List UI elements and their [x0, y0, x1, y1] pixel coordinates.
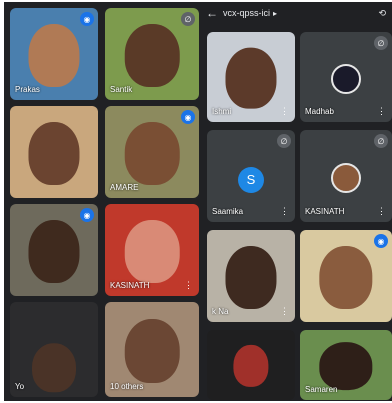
others-count-label: 10 others: [110, 382, 144, 391]
more-options-icon[interactable]: ⋮: [280, 307, 289, 316]
mic-off-icon: ∅: [374, 134, 388, 148]
more-options-icon[interactable]: ⋮: [280, 207, 289, 216]
participant-tile[interactable]: 10 others: [105, 302, 199, 397]
participant-name: Santik: [110, 85, 133, 94]
participant-video: [124, 23, 180, 87]
participant-name: Yo: [15, 382, 25, 391]
participant-video: [28, 23, 80, 87]
participant-name: Madhab: [305, 107, 334, 116]
participant-name: KASINATH: [110, 281, 150, 290]
participant-tile[interactable]: Ishmi ⋮: [207, 32, 295, 122]
chevron-right-icon[interactable]: ▸: [270, 9, 277, 18]
participant-name: Ishmi: [212, 107, 232, 116]
participant-name: Prakas: [15, 85, 40, 94]
participant-avatar: S: [238, 166, 264, 193]
more-options-icon[interactable]: ⋮: [280, 107, 289, 116]
arrow-left-icon[interactable]: ←: [201, 6, 223, 20]
mic-off-icon: ∅: [181, 12, 195, 26]
participant-video: [32, 342, 76, 393]
participant-video: [124, 318, 180, 384]
camera-switch-icon[interactable]: ⟲: [378, 8, 392, 19]
participant-video: [225, 47, 277, 109]
participant-video: [124, 219, 180, 283]
participant-tile[interactable]: [10, 106, 98, 198]
participant-tile[interactable]: ◉ Prakas: [10, 8, 98, 100]
participant-video: [225, 245, 277, 309]
meeting-code[interactable]: vcx-qpss-ici: [223, 8, 270, 18]
speaking-icon: ◉: [181, 110, 195, 124]
participant-tile[interactable]: ◉: [10, 204, 98, 296]
participant-tile[interactable]: KASINATH ⋮: [105, 204, 199, 296]
participant-tile[interactable]: k Na ⋮: [207, 230, 295, 322]
participant-name: KASINATH: [305, 207, 345, 216]
participant-avatar: [331, 163, 361, 194]
participant-tile[interactable]: [207, 330, 295, 400]
participant-tile[interactable]: ∅ KASINATH ⋮: [300, 130, 392, 222]
participant-tile[interactable]: ◉ AMARE: [105, 106, 199, 198]
participant-avatar: [331, 64, 361, 95]
participant-video: [233, 344, 269, 387]
participant-tile[interactable]: ∅ Madhab ⋮: [300, 32, 392, 122]
participant-video: [28, 219, 80, 283]
speaking-icon: ◉: [80, 208, 94, 222]
more-options-icon[interactable]: ⋮: [184, 281, 193, 290]
right-phone-screen: ← vcx-qpss-ici ▸ ⟲ Ishmi ⋮ ∅ Madhab ⋮ S …: [201, 2, 392, 401]
participant-name: k Na: [212, 307, 229, 316]
speaking-icon: ◉: [80, 12, 94, 26]
participant-name: Saamika: [212, 207, 244, 216]
participant-tile[interactable]: Yo: [10, 302, 98, 397]
more-options-icon[interactable]: ⋮: [377, 207, 386, 216]
participant-tile[interactable]: S ∅ Saamika ⋮: [207, 130, 295, 222]
participant-name: AMARE: [110, 183, 139, 192]
participant-name: Samaren: [305, 385, 338, 394]
participant-video: [319, 342, 373, 390]
participant-tile[interactable]: ∅ Santik: [105, 8, 199, 100]
mic-off-icon: ∅: [277, 134, 291, 148]
mic-off-icon: ∅: [374, 36, 388, 50]
speaking-icon: ◉: [374, 234, 388, 248]
participant-video: [28, 121, 80, 185]
participant-tile[interactable]: Samaren: [300, 330, 392, 400]
call-header: ← vcx-qpss-ici ▸ ⟲: [201, 2, 392, 24]
participant-tile[interactable]: ◉: [300, 230, 392, 322]
participant-video: [124, 121, 180, 185]
left-phone-screen: ◉ Prakas ∅ Santik ◉ AMARE ◉ KASINATH ⋮ Y…: [4, 2, 203, 401]
participant-video: [319, 245, 373, 309]
more-options-icon[interactable]: ⋮: [377, 107, 386, 116]
